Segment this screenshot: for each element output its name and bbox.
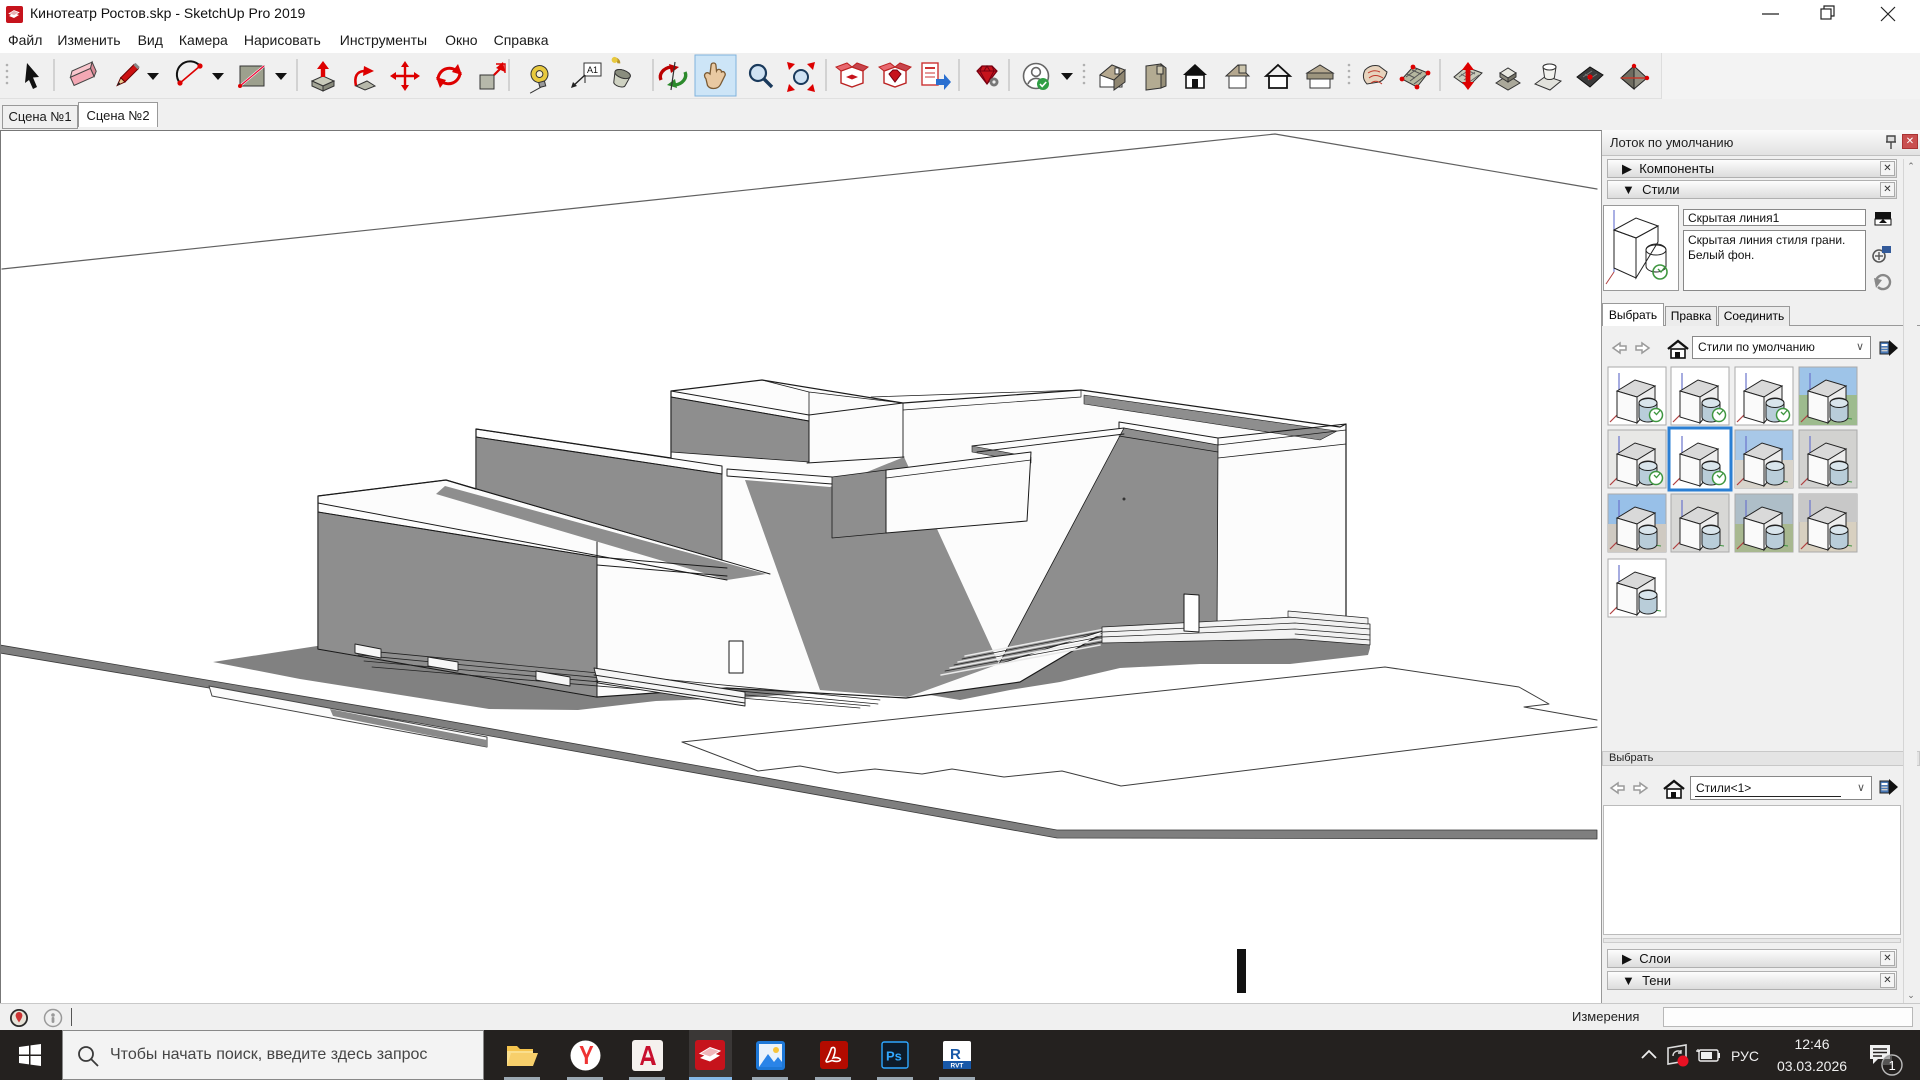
svg-text:A1: A1 bbox=[587, 65, 598, 75]
svg-text:RVT: RVT bbox=[951, 1063, 964, 1070]
svg-text:Ps: Ps bbox=[886, 1049, 902, 1064]
svg-text:1: 1 bbox=[1889, 1058, 1896, 1073]
svg-text:R: R bbox=[950, 1046, 961, 1063]
